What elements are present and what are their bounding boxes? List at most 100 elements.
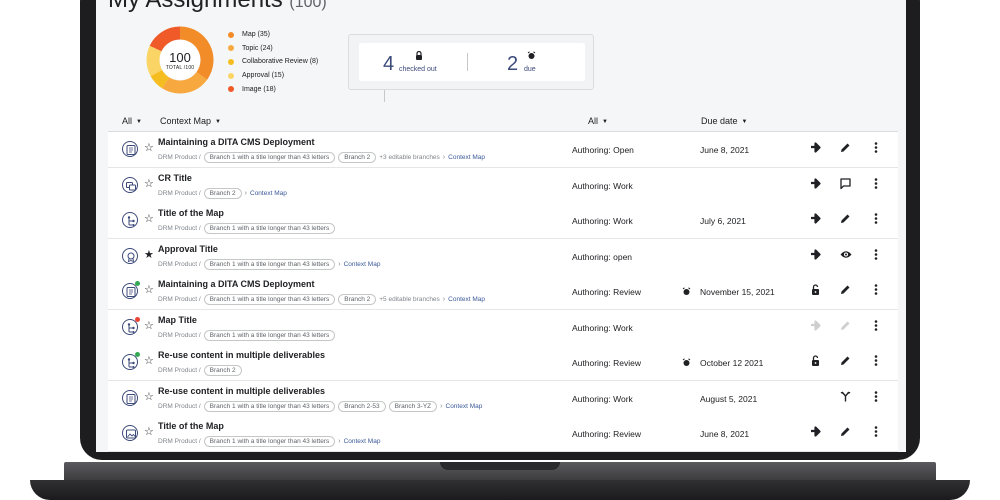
stats-panel: 4 checked out 2 due: [348, 34, 594, 90]
context-map-link[interactable]: Context Map: [344, 261, 381, 268]
more-vertical-icon[interactable]: [870, 390, 884, 405]
table-row[interactable]: ☆ Title of the Map DRM Product / Branch 1 w…: [108, 203, 898, 239]
branch-chip[interactable]: Branch 1 with a title longer than 43 let…: [203, 223, 336, 234]
more-vertical-icon[interactable]: [870, 213, 884, 227]
sort-dropdown[interactable]: Due date ▼: [701, 116, 747, 126]
row-title[interactable]: CR Title: [158, 173, 192, 183]
more-vertical-icon[interactable]: [870, 426, 884, 440]
row-due-date: July 6, 2021: [700, 216, 746, 226]
donut-total-value: 100: [169, 50, 191, 65]
row-due-date: November 15, 2021: [700, 287, 775, 297]
branch-chip[interactable]: Branch 2: [203, 365, 242, 376]
branch-chip[interactable]: Branch 1 with a title longer than 43 let…: [203, 294, 336, 305]
more-vertical-icon[interactable]: [870, 248, 884, 263]
edit-pencil-icon[interactable]: [840, 355, 854, 369]
caret-down-icon: ▼: [136, 119, 142, 125]
legend-item[interactable]: Map (35): [228, 28, 318, 42]
star-outline-icon[interactable]: ☆: [144, 356, 154, 367]
edit-pencil-icon[interactable]: [840, 142, 854, 156]
edit-pencil-icon[interactable]: [840, 284, 854, 298]
branch-chip[interactable]: Branch 2: [338, 152, 377, 163]
star-outline-icon[interactable]: ☆: [144, 285, 154, 296]
donut-total-label: TOTAL /100: [165, 65, 195, 71]
branch-chip[interactable]: Branch 1 with a title longer than 43 let…: [203, 329, 336, 341]
row-title[interactable]: Title of the Map: [158, 421, 224, 431]
status-filter-dropdown[interactable]: All ▼: [588, 116, 608, 126]
table-row[interactable]: ☆ Re-use content in multiple deliverables…: [108, 380, 898, 417]
product-label: DRM Product /: [158, 438, 201, 445]
context-map-link[interactable]: Context Map: [448, 296, 485, 303]
arrow-right-icon[interactable]: [810, 426, 824, 440]
star-outline-icon[interactable]: ☆: [144, 391, 154, 403]
scope-filter-dropdown[interactable]: Context Map ▼: [160, 116, 221, 126]
edit-pencil-icon[interactable]: [840, 426, 854, 440]
branch-chip[interactable]: Branch 2: [203, 187, 242, 199]
row-breadcrumb: DRM Product / Branch 1 with a title longe…: [158, 258, 381, 270]
type-filter-dropdown[interactable]: All ▼: [122, 116, 142, 126]
row-breadcrumb: DRM Product / Branch 1 with a title longe…: [158, 294, 485, 305]
row-title[interactable]: Approval Title: [158, 244, 218, 254]
merge-branch-icon[interactable]: [840, 391, 854, 405]
context-map-link[interactable]: Context Map: [250, 190, 287, 197]
context-map-link[interactable]: Context Map: [446, 403, 483, 410]
row-title[interactable]: Map Title: [158, 315, 197, 325]
star-filled-icon[interactable]: ★: [144, 249, 154, 261]
branch-chip[interactable]: Branch 2: [338, 294, 377, 305]
context-map-link[interactable]: Context Map: [448, 154, 485, 161]
row-due-date: June 8, 2021: [700, 145, 750, 155]
table-row[interactable]: ☆ Maintaining a DITA CMS Deployment DRM Pr…: [108, 274, 898, 310]
star-outline-icon[interactable]: ☆: [144, 143, 154, 154]
legend-item[interactable]: Image (18): [228, 82, 318, 96]
context-map-link[interactable]: Context Map: [344, 438, 381, 445]
caret-down-icon: ▼: [215, 119, 221, 125]
table-row[interactable]: ☆ Map Title DRM Product / Branch 1 with a t…: [108, 309, 898, 346]
branch-chip[interactable]: Branch 3-YZ: [388, 400, 438, 412]
table-row[interactable]: ☆ Maintaining a DITA CMS Deployment DRM Pr…: [108, 132, 898, 168]
arrow-right-icon[interactable]: [810, 177, 824, 192]
arrow-right-icon[interactable]: [810, 248, 824, 263]
arrow-right-icon[interactable]: [810, 213, 824, 227]
branch-chip[interactable]: Branch 1 with a title longer than 43 let…: [203, 152, 336, 163]
star-outline-icon[interactable]: ☆: [144, 178, 154, 190]
more-vertical-icon[interactable]: [870, 319, 884, 334]
legend-item[interactable]: Collaborative Review (8): [228, 55, 318, 69]
star-outline-icon[interactable]: ☆: [144, 427, 154, 438]
table-row[interactable]: ☆ CR Title DRM Product / Branch 2 › Context M…: [108, 167, 898, 204]
row-title[interactable]: Maintaining a DITA CMS Deployment: [158, 137, 315, 147]
table-row[interactable]: ☆ Re-use content in multiple deliverables…: [108, 345, 898, 381]
legend-item[interactable]: Topic (24): [228, 42, 318, 56]
table-row[interactable]: ★ Approval Title DRM Product / Branch 1 wit…: [108, 238, 898, 275]
row-breadcrumb: DRM Product / Branch 2: [158, 365, 245, 376]
more-vertical-icon[interactable]: [870, 177, 884, 192]
product-label: DRM Product /: [158, 154, 201, 161]
row-title[interactable]: Re-use content in multiple deliverables: [158, 350, 325, 360]
page-title: My Assignments (100): [108, 0, 327, 14]
star-outline-icon[interactable]: ☆: [144, 320, 154, 332]
arrow-right-icon: [810, 319, 824, 334]
edit-pencil-icon[interactable]: [840, 213, 854, 227]
row-title[interactable]: Maintaining a DITA CMS Deployment: [158, 279, 315, 289]
more-vertical-icon[interactable]: [870, 142, 884, 156]
row-title[interactable]: Title of the Map: [158, 208, 224, 218]
comment-icon[interactable]: [840, 177, 854, 192]
branch-chip[interactable]: Branch 2-53: [338, 400, 386, 412]
row-breadcrumb: DRM Product / Branch 1 with a title longe…: [158, 329, 338, 341]
branch-chip[interactable]: Branch 1 with a title longer than 43 let…: [203, 436, 336, 447]
checked-out-label: checked out: [399, 66, 437, 73]
row-title[interactable]: Re-use content in multiple deliverables: [158, 386, 325, 396]
arrow-right-icon[interactable]: [810, 142, 824, 156]
legend-label: Topic (24): [242, 44, 273, 52]
legend-dot: [228, 45, 234, 52]
star-outline-icon[interactable]: ☆: [144, 214, 154, 225]
branch-chip[interactable]: Branch 1 with a title longer than 43 let…: [203, 258, 336, 270]
table-row[interactable]: ☆ Title of the Map DRM Product / Branch 1 w…: [108, 416, 898, 452]
branch-chip[interactable]: Branch 1 with a title longer than 43 let…: [203, 400, 336, 412]
view-eye-icon[interactable]: [840, 249, 854, 263]
unlocked-icon[interactable]: [810, 284, 824, 298]
more-vertical-icon[interactable]: [870, 284, 884, 298]
legend-item[interactable]: Approval (15): [228, 69, 318, 83]
map-tree-icon: [122, 212, 138, 228]
lock-icon: [415, 50, 423, 62]
unlocked-icon[interactable]: [810, 355, 824, 369]
more-vertical-icon[interactable]: [870, 355, 884, 369]
